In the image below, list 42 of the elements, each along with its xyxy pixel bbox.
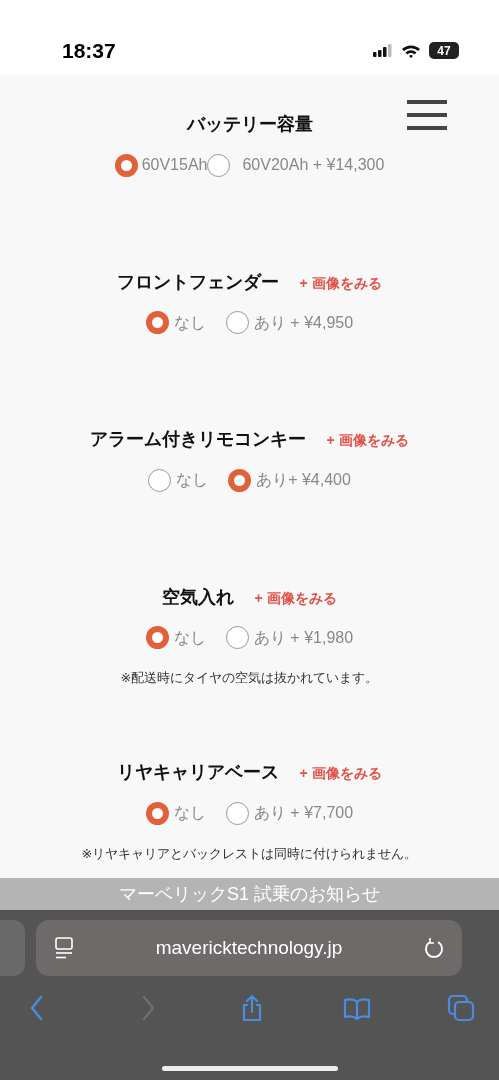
note-text: ※配送時にタイヤの空気は抜かれています。 xyxy=(119,669,380,687)
option-label: あり + ¥1,980 xyxy=(253,627,354,648)
section-title: 空気入れ xyxy=(162,586,235,607)
section-title: リヤキャリアベース xyxy=(117,762,280,782)
reload-icon[interactable] xyxy=(424,937,444,959)
option-label: 60V20Ah + ¥14,300 xyxy=(242,155,385,175)
signal-icon xyxy=(373,44,393,57)
radio-button[interactable] xyxy=(145,801,169,825)
radio-button[interactable] xyxy=(114,153,138,177)
radio-button[interactable] xyxy=(225,626,249,649)
page-menu-icon[interactable] xyxy=(54,937,74,959)
option-label: あり+ ¥4,400 xyxy=(256,470,351,490)
url-text: mavericktechnology.jp xyxy=(154,935,344,960)
option-label: 60V15Ah xyxy=(141,155,208,175)
option-label: なし xyxy=(173,312,206,333)
notice-banner[interactable]: マーベリックS1 試乗のお知らせ xyxy=(0,878,499,910)
radio-button[interactable] xyxy=(145,311,169,334)
menu-button[interactable] xyxy=(407,99,447,131)
radio-button[interactable] xyxy=(145,626,169,649)
section-title: バッテリー容量 xyxy=(186,114,313,134)
radio-button[interactable] xyxy=(148,468,172,492)
image-link[interactable]: + 画像をみる xyxy=(254,589,337,606)
radio-button[interactable] xyxy=(228,468,252,492)
address-bar[interactable]: mavericktechnology.jp xyxy=(36,920,462,976)
radio-button[interactable] xyxy=(225,801,249,825)
radio-button[interactable] xyxy=(207,153,231,177)
option-label: なし xyxy=(176,470,209,490)
section-title: フロントフェンダー xyxy=(117,271,280,292)
section-title: アラーム付きリモコンキー xyxy=(90,429,307,449)
wifi-icon xyxy=(401,43,421,58)
tabs-icon[interactable] xyxy=(447,994,477,1022)
status-time: 18:37 xyxy=(62,37,116,64)
option-label: あり + ¥7,700 xyxy=(253,803,354,823)
image-link[interactable]: + 画像をみる xyxy=(299,274,382,291)
image-link[interactable]: + 画像をみる xyxy=(299,765,382,781)
option-label: あり + ¥4,950 xyxy=(253,312,354,333)
option-label: なし xyxy=(173,803,206,823)
battery-level: 47 xyxy=(429,42,459,59)
image-link[interactable]: + 画像をみる xyxy=(326,432,409,448)
option-label: なし xyxy=(173,627,206,648)
note-text: ※リヤキャリアとバックレストは同時に付けられません。 xyxy=(80,844,419,863)
radio-button[interactable] xyxy=(225,311,249,334)
